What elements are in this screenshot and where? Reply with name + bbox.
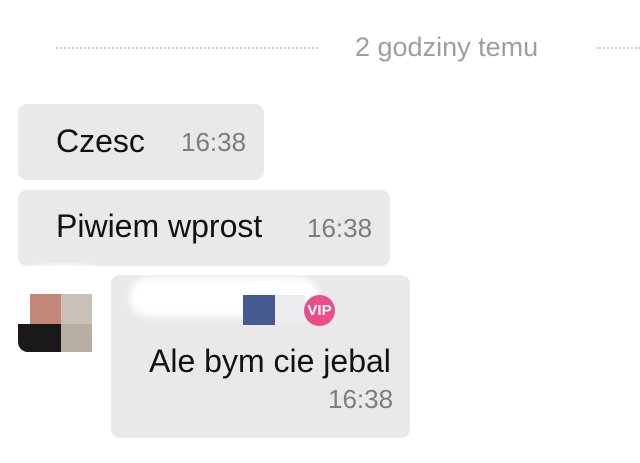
divider-line-right [596, 47, 640, 49]
avatar-pixel [30, 294, 61, 324]
date-divider: 2 godziny temu [0, 28, 640, 68]
message-time: 16:38 [307, 213, 373, 243]
flag-icon [243, 295, 275, 325]
vip-badge-icon: VIP [304, 295, 335, 326]
message-time: 16:38 [181, 127, 247, 157]
divider-line-left [56, 47, 318, 49]
avatar-pixel [61, 324, 92, 352]
message-bubble[interactable]: VIP Ale bym cie jebal 16:38 [111, 275, 410, 438]
avatar-pixel [61, 294, 92, 324]
avatar-pixel [18, 324, 61, 352]
avatar[interactable] [18, 294, 92, 352]
avatar-highlight [14, 262, 114, 292]
date-divider-label: 2 godziny temu [355, 32, 539, 62]
message-text: Czesc [56, 123, 145, 159]
message-text: Piwiem wprost [56, 208, 263, 244]
message-text: Ale bym cie jebal [149, 343, 391, 379]
flag-icon-stripe [275, 295, 305, 325]
message-time: 16:38 [328, 384, 394, 414]
message-bubble[interactable]: Czesc 16:38 [18, 104, 264, 180]
message-bubble[interactable]: Piwiem wprost 16:38 [18, 190, 390, 266]
